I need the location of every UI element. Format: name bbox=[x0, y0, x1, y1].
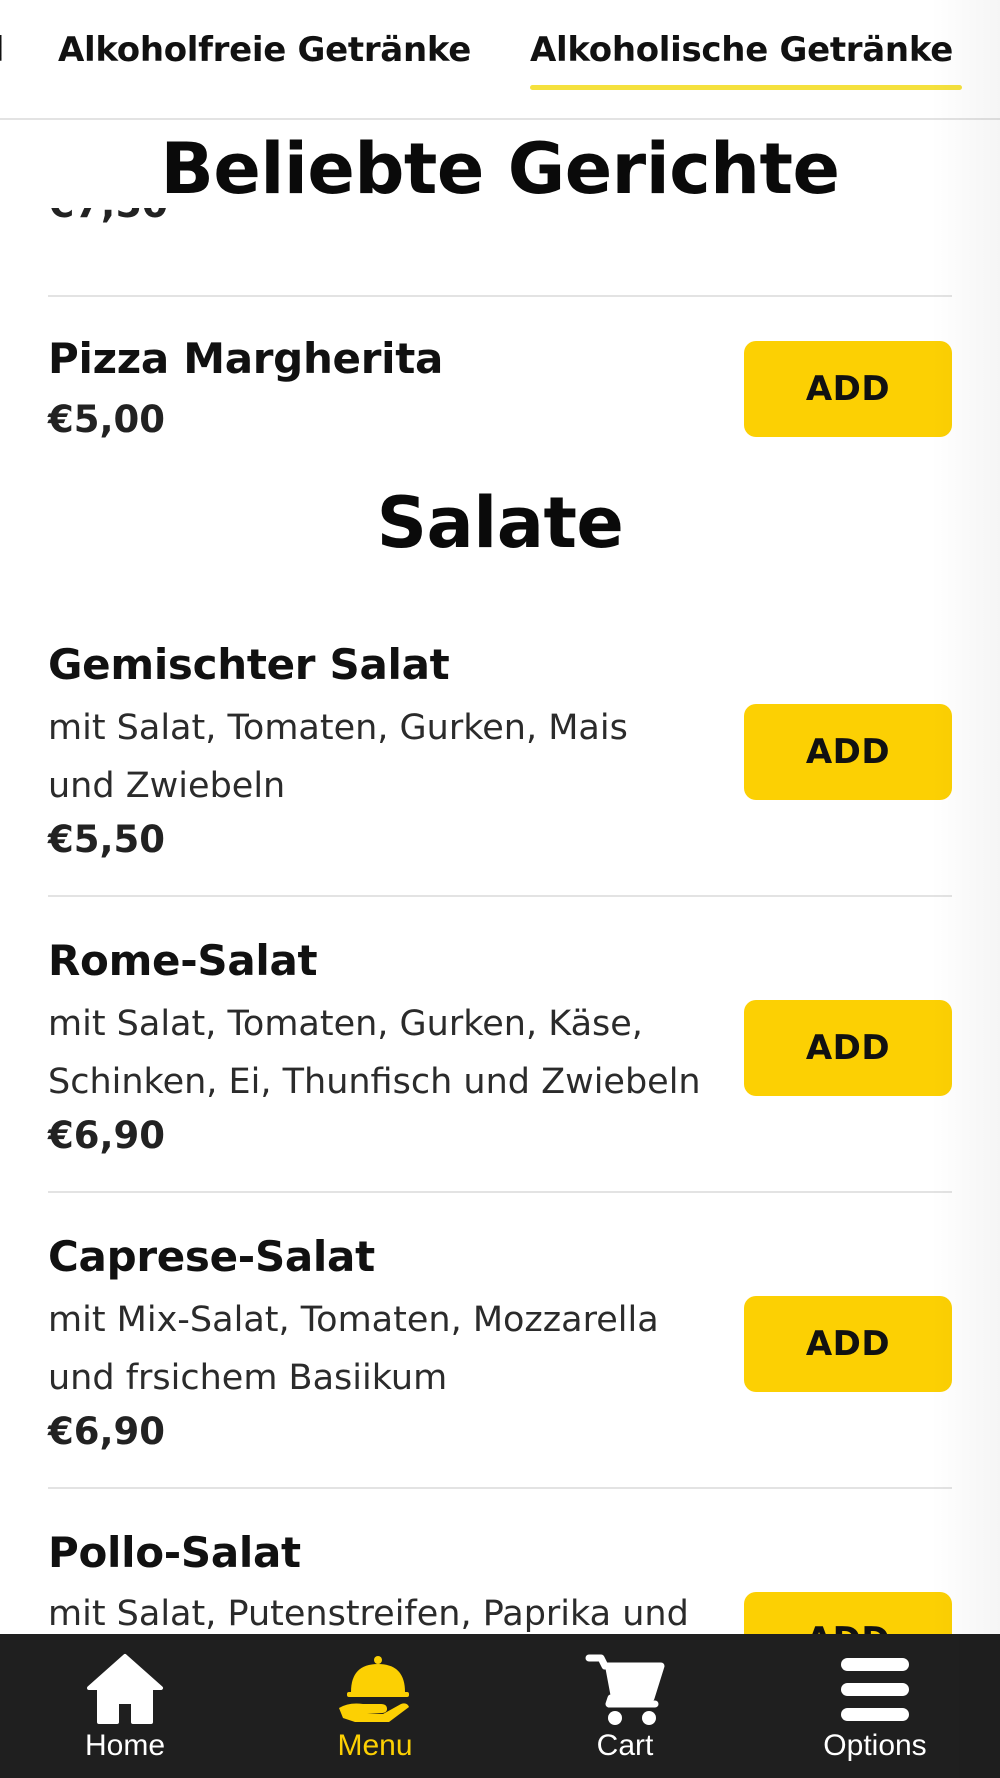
dish-description-line: und frsichem Basiikum bbox=[48, 1358, 448, 1398]
add-button-pizza-margherita[interactable]: ADD bbox=[744, 341, 952, 437]
dish-description-line: und Zwiebeln bbox=[48, 766, 286, 806]
category-tab-partial[interactable]: d bbox=[0, 30, 4, 70]
add-button-caprese-salat[interactable]: ADD bbox=[744, 1296, 952, 1392]
active-tab-underline bbox=[530, 85, 962, 90]
page: d Alkoholfreie Getränke Alkoholische Get… bbox=[0, 0, 1000, 1778]
serving-dish-icon bbox=[339, 1656, 409, 1722]
dish-name: Pizza Margherita bbox=[48, 334, 444, 383]
nav-label: Menu bbox=[337, 1729, 413, 1762]
divider bbox=[48, 1487, 952, 1489]
divider bbox=[48, 295, 952, 297]
dish-description-line: mit Salat, Tomaten, Gurken, Käse, bbox=[48, 1004, 643, 1044]
category-tab-bar: d Alkoholfreie Getränke Alkoholische Get… bbox=[0, 0, 1000, 120]
hamburger-menu-icon bbox=[841, 1658, 909, 1721]
nav-options[interactable]: Options bbox=[750, 1634, 1000, 1778]
dish-name: Caprese-Salat bbox=[48, 1232, 375, 1281]
dish-name: Pollo-Salat bbox=[48, 1528, 301, 1577]
cut-off-price: €7,50 bbox=[48, 208, 168, 258]
add-button-gemischter-salat[interactable]: ADD bbox=[744, 704, 952, 800]
dish-name: Gemischter Salat bbox=[48, 640, 450, 689]
category-tab-alkoholische-getraenke[interactable]: Alkoholische Getränke bbox=[530, 30, 953, 70]
edge-shade bbox=[930, 0, 1000, 1778]
home-icon bbox=[87, 1654, 163, 1724]
dish-price: €5,00 bbox=[48, 398, 166, 441]
add-button-rome-salat[interactable]: ADD bbox=[744, 1000, 952, 1096]
dish-price: €6,90 bbox=[48, 1114, 166, 1157]
dish-name: Rome-Salat bbox=[48, 936, 318, 985]
bottom-navigation: Home Menu Cart Options bbox=[0, 1634, 1000, 1778]
dish-price: €6,90 bbox=[48, 1410, 166, 1453]
nav-menu[interactable]: Menu bbox=[250, 1634, 500, 1778]
nav-label: Options bbox=[823, 1729, 927, 1762]
divider bbox=[48, 895, 952, 897]
divider bbox=[48, 1191, 952, 1193]
nav-cart[interactable]: Cart bbox=[500, 1634, 750, 1778]
dish-price: €5,50 bbox=[48, 818, 166, 861]
dish-description-line: mit Salat, Tomaten, Gurken, Mais bbox=[48, 708, 628, 748]
nav-home[interactable]: Home bbox=[0, 1634, 250, 1778]
category-tab-alkoholfreie-getraenke[interactable]: Alkoholfreie Getränke bbox=[58, 30, 471, 70]
dish-description-line: mit Mix-Salat, Tomaten, Mozzarella bbox=[48, 1300, 659, 1340]
nav-label: Home bbox=[84, 1729, 166, 1762]
cart-icon bbox=[585, 1654, 665, 1725]
dish-description-line: Schinken, Ei, Thunfisch und Zwiebeln bbox=[48, 1062, 701, 1102]
section-title-salads: Salate bbox=[376, 482, 624, 564]
section-title-popular: Beliebte Gerichte bbox=[160, 128, 840, 210]
nav-label: Cart bbox=[596, 1729, 654, 1762]
